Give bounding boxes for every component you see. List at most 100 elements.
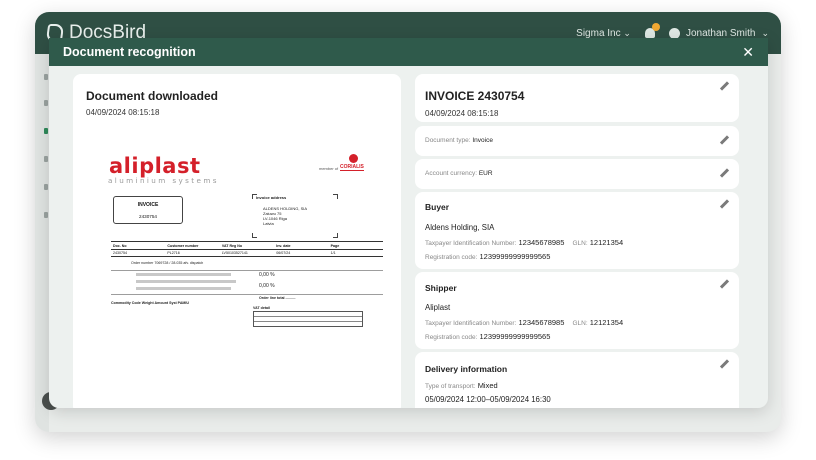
divider	[111, 270, 383, 271]
document-type-card: Document type: Invoice	[415, 126, 739, 156]
close-icon[interactable]: ✕	[742, 44, 754, 61]
screen: DocsBird Sigma Inc ⌄ Jonathan Smith ⌄ Do…	[0, 0, 816, 460]
table-cell: PL2716	[167, 251, 180, 255]
shipper-tin: 12345678985	[518, 318, 565, 327]
modal-title: Document recognition	[63, 45, 196, 59]
vat-table	[253, 311, 363, 327]
shipper-card: Shipper Aliplast Taxpayer Identification…	[415, 272, 739, 349]
header-right: Sigma Inc ⌄ Jonathan Smith ⌄	[576, 23, 769, 39]
edit-icon[interactable]	[720, 136, 729, 145]
invoice-summary-card: INVOICE 2430754 04/09/2024 08:15:18	[415, 74, 739, 122]
table-header-cell: Doc. No	[113, 243, 127, 248]
aliplast-tagline: aluminium systems	[108, 176, 219, 185]
sidebar-item-active-icon[interactable]	[44, 128, 48, 134]
shipper-name: Aliplast	[425, 303, 451, 312]
table-row: 2430754 PL2716 LV50103527141 06/07/24 1/…	[111, 249, 383, 257]
line-item-text	[136, 287, 231, 290]
transport-label: Type of transport:	[425, 383, 476, 390]
modal-body: Document downloaded 04/09/2024 08:15:18 …	[49, 66, 768, 408]
delivery-card: Delivery information Type of transport: …	[415, 352, 739, 408]
buyer-reg-label: Registration code:	[425, 254, 478, 261]
buyer-gln: 12121354	[589, 238, 624, 247]
corialis-text: CORIALIS	[340, 164, 364, 171]
invoice-header-table: Doc. No Customer number VAT Reg No Inv. …	[111, 241, 383, 257]
document-title: Document downloaded	[86, 89, 218, 103]
company-name: Sigma Inc	[576, 27, 621, 39]
bracket	[333, 233, 338, 238]
shipper-gln: 12121354	[589, 318, 624, 327]
user-name: Jonathan Smith	[685, 27, 756, 39]
edit-icon[interactable]	[720, 169, 729, 178]
bracket	[252, 233, 257, 238]
invoice-preview[interactable]: aliplast aluminium systems member of COR…	[91, 136, 383, 406]
buyer-gln-label: GLN:	[572, 240, 588, 247]
buyer-name: Aldens Holding, SIA	[425, 223, 495, 232]
commodity-row: Commodity Code Weight Amount Syst PAMIU	[111, 301, 189, 305]
divider	[254, 316, 362, 317]
bracket	[333, 194, 338, 199]
currency-value: EUR	[478, 170, 493, 177]
vat-detail-label: VAT detail	[253, 306, 271, 310]
document-recognition-modal: Document recognition ✕ Document download…	[49, 38, 768, 408]
sidebar-item-icon[interactable]	[44, 74, 48, 80]
line-item-text	[136, 273, 231, 276]
sidebar-item-icon[interactable]	[44, 212, 48, 218]
order-line-total: Order line total ..........	[259, 296, 296, 300]
user-menu[interactable]: Jonathan Smith ⌄	[668, 27, 769, 39]
avatar-icon	[668, 27, 680, 39]
bell-icon[interactable]	[644, 23, 660, 38]
shipper-reg: 12399999999999565	[479, 332, 551, 341]
invoice-label: INVOICE	[137, 202, 159, 208]
document-panel: Document downloaded 04/09/2024 08:15:18 …	[73, 74, 401, 408]
buyer-tin-label: Taxpayer Identification Number:	[425, 240, 517, 247]
table-cell: 06/07/24	[276, 251, 291, 255]
table-cell: 2430754	[113, 251, 127, 255]
discount-pct: 0,00 %	[259, 283, 275, 289]
currency-card: Account currency: EUR	[415, 159, 739, 189]
document-type-label: Document type:	[425, 137, 471, 144]
buyer-heading: Buyer	[425, 202, 450, 212]
invoice-line-items	[111, 258, 383, 298]
address-line: Latvia	[263, 221, 274, 226]
sidebar-item-icon[interactable]	[44, 100, 48, 106]
table-header-cell: Customer number	[167, 243, 199, 248]
address-title: Invoice address	[256, 195, 287, 200]
modal-header: Document recognition ✕	[49, 38, 768, 66]
invoice-address-block: Invoice address ALDENS HOLDING, SIA Zaiu…	[252, 194, 338, 238]
buyer-tin: 12345678985	[518, 238, 565, 247]
invoice-date: 04/09/2024 08:15:18	[425, 109, 499, 118]
document-type-value: Invoice	[472, 137, 493, 144]
aliplast-logo: aliplast	[109, 154, 201, 178]
table-header-cell: Page	[330, 243, 340, 248]
shipper-tin-label: Taxpayer Identification Number:	[425, 320, 517, 327]
table-header-row: Doc. No Customer number VAT Reg No Inv. …	[111, 241, 383, 249]
invoice-number-box: INVOICE 2430754	[113, 196, 183, 224]
edit-icon[interactable]	[720, 280, 729, 289]
company-selector[interactable]: Sigma Inc ⌄	[576, 28, 631, 39]
divider	[254, 321, 362, 322]
delivery-window: 05/09/2024 12:00–05/09/2024 16:30	[425, 395, 551, 404]
recognition-results: INVOICE 2430754 04/09/2024 08:15:18 Docu…	[415, 74, 748, 408]
divider	[111, 294, 383, 295]
table-cell: 1/1	[330, 251, 336, 255]
buyer-reg: 12399999999999565	[479, 252, 551, 261]
notification-dot	[651, 23, 660, 31]
table-header-cell: VAT Reg No	[221, 243, 243, 248]
buyer-card: Buyer Aldens Holding, SIA Taxpayer Ident…	[415, 192, 739, 269]
shipper-gln-label: GLN:	[572, 320, 588, 327]
line-item-text	[136, 280, 236, 283]
currency-label: Account currency:	[425, 170, 478, 177]
corialis-logo: CORIALIS	[331, 154, 379, 174]
edit-icon[interactable]	[720, 360, 729, 369]
invoice-number: 2430754	[139, 214, 157, 219]
table-header-cell: Inv. date	[276, 243, 291, 248]
transport-value: Mixed	[477, 381, 498, 390]
invoice-title: INVOICE 2430754	[425, 89, 525, 103]
edit-icon[interactable]	[720, 82, 729, 91]
sidebar-item-icon[interactable]	[44, 184, 48, 190]
document-date: 04/09/2024 08:15:18	[86, 108, 160, 117]
table-cell: LV50103527141	[221, 251, 248, 255]
sidebar-item-icon[interactable]	[44, 156, 48, 162]
edit-icon[interactable]	[720, 200, 729, 209]
discount-pct: 0,00 %	[259, 272, 275, 278]
